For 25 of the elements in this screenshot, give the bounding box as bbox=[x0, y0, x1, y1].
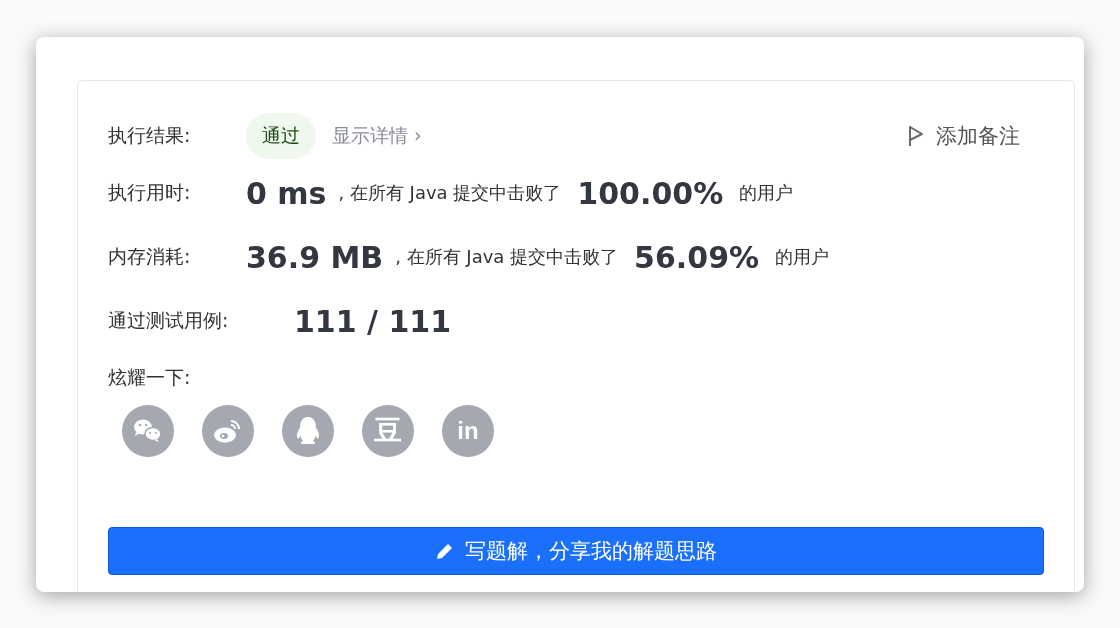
stat-label: 内存消耗: bbox=[108, 244, 192, 269]
stat-text: , 在所有 Java 提交中击败了 bbox=[395, 245, 619, 269]
stat-percent: 56.09% bbox=[634, 239, 760, 275]
tests-value: 111 / 111 bbox=[294, 303, 452, 339]
douban-icon[interactable]: 豆 bbox=[362, 405, 414, 457]
add-note-button[interactable]: 添加备注 bbox=[908, 122, 1020, 150]
chat-bubbles-icon[interactable] bbox=[122, 405, 174, 457]
stat-text: , 在所有 Java 提交中击败了 bbox=[338, 181, 562, 205]
write-solution-button[interactable]: 写题解，分享我的解题思路 bbox=[108, 527, 1044, 575]
stat-percent: 100.00% bbox=[577, 175, 724, 211]
stat-label: 执行用时: bbox=[108, 180, 192, 205]
stat-suffix: 的用户 bbox=[739, 181, 794, 205]
penguin-icon[interactable] bbox=[282, 405, 334, 457]
stat-suffix: 的用户 bbox=[775, 245, 830, 269]
eye-waves-icon[interactable] bbox=[202, 405, 254, 457]
result-label: 执行结果: bbox=[108, 123, 192, 148]
linkedin-icon[interactable]: in bbox=[442, 405, 494, 457]
pencil-icon bbox=[435, 541, 455, 561]
tests-label: 通过测试用例: bbox=[108, 308, 230, 333]
status-badge: 通过 bbox=[246, 113, 316, 159]
flag-icon bbox=[908, 125, 924, 147]
stat-value: 0 ms bbox=[246, 175, 327, 211]
share-label: 炫耀一下: bbox=[108, 365, 192, 390]
stat-value: 36.9 MB bbox=[246, 239, 384, 275]
details-link[interactable]: 显示详情 › bbox=[332, 123, 422, 149]
